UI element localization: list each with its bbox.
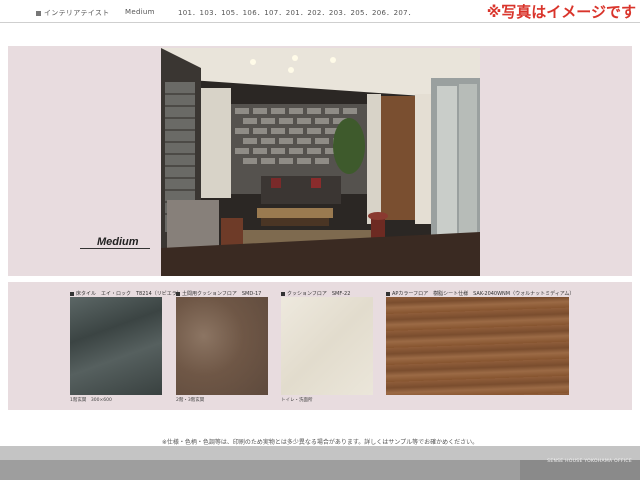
swatch-label-flooring: APカラーフロア 樹脂シート仕様 SAK-2040WNM（ウォルナットミディアム…	[386, 290, 574, 297]
footer-office-name: SENSE HOUSE YOKOHAMA OFFICE	[547, 459, 632, 464]
photo-caption: Medium	[97, 236, 139, 248]
footer-bar	[0, 446, 640, 480]
section-label: インテリアテイスト	[36, 8, 110, 18]
bullet-square-icon	[36, 10, 41, 16]
swatch-cushion-floor-entry	[176, 297, 268, 395]
style-label: Medium	[125, 8, 155, 16]
swatch-floor-tile	[70, 297, 162, 395]
swatch-label-cushion-floor: クッションフロア SMF-22	[281, 290, 350, 297]
image-notice: ※写真はイメージです	[486, 3, 636, 21]
bullet-square-icon	[386, 291, 390, 296]
bullet-square-icon	[281, 291, 285, 296]
swatch-label-cushion-floor-entry: 土間用クッションフロア SMD-17	[176, 290, 261, 297]
living-room-image	[161, 48, 480, 276]
caption-underline	[80, 248, 150, 249]
bullet-square-icon	[176, 291, 180, 296]
swatch-flooring	[386, 297, 569, 395]
swatch-note-cushion-floor-entry: 2階・3階玄関	[176, 398, 205, 403]
swatch-note-floor-tile: 1階玄関 300×600	[70, 398, 112, 403]
interior-photo	[161, 48, 480, 276]
swatch-label-floor-tile: 床タイル エイ・ロック T8214（リビエラ）	[70, 290, 182, 297]
header-divider	[0, 22, 640, 23]
footer-band	[0, 446, 640, 460]
unit-numbers: 101．103．105．106．107．201．202．203．205．206．…	[178, 9, 416, 17]
swatch-note-cushion-floor: トイレ・洗面所	[281, 398, 313, 403]
disclaimer-text: ※仕様・色柄・色調等は、印刷のため実物とは多少異なる場合があります。詳しくはサン…	[161, 439, 479, 446]
bullet-square-icon	[70, 291, 74, 296]
top-bar: インテリアテイスト Medium 101．103．105．106．107．201…	[0, 0, 640, 22]
swatch-cushion-floor	[281, 297, 373, 395]
